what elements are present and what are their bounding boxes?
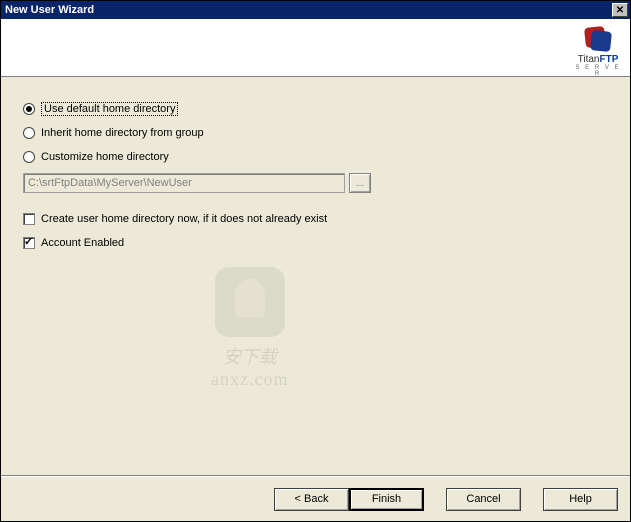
cancel-button[interactable]: Cancel [446,488,521,511]
watermark-text: 安下载 [211,343,288,369]
radio-custom-home[interactable]: Customize home directory [23,149,608,165]
nav-button-group: < Back Finish [274,488,424,511]
radio-label: Use default home directory [41,102,178,116]
close-icon: ✕ [616,5,624,16]
watermark-icon [215,267,285,337]
home-directory-input [23,173,345,193]
content-area: Use default home directory Inherit home … [1,77,630,475]
checkbox-label: Account Enabled [41,237,124,249]
radio-icon [23,127,35,139]
close-button[interactable]: ✕ [612,3,628,17]
checkbox-icon [23,237,35,249]
logo-icon [583,25,613,53]
checkbox-account-enabled[interactable]: Account Enabled [23,235,608,251]
radio-inherit-home[interactable]: Inherit home directory from group [23,125,608,141]
logo-subtext: S E R V E R [574,65,622,77]
radio-default-home[interactable]: Use default home directory [23,101,608,117]
help-button[interactable]: Help [543,488,618,511]
header-panel: TitanFTP S E R V E R [1,19,630,77]
checkbox-label: Create user home directory now, if it do… [41,213,327,225]
brand-logo: TitanFTP S E R V E R [574,25,622,77]
radio-icon [23,103,35,115]
radio-label: Customize home directory [41,151,169,163]
browse-button: ... [349,173,371,193]
wizard-window: New User Wizard ✕ TitanFTP S E R V E R U… [0,0,631,522]
window-title: New User Wizard [5,4,612,16]
logo-text: TitanFTP [574,54,622,65]
ellipsis-icon: ... [356,178,364,189]
button-bar: < Back Finish Cancel Help [1,477,630,521]
checkbox-create-dir[interactable]: Create user home directory now, if it do… [23,211,608,227]
radio-icon [23,151,35,163]
finish-button[interactable]: Finish [349,488,424,511]
titlebar: New User Wizard ✕ [1,1,630,19]
checkbox-icon [23,213,35,225]
back-button[interactable]: < Back [274,488,349,511]
watermark: 安下载 anxz.com [211,267,288,390]
radio-label: Inherit home directory from group [41,127,204,139]
home-directory-row: ... [23,173,608,193]
watermark-url: anxz.com [211,369,288,390]
